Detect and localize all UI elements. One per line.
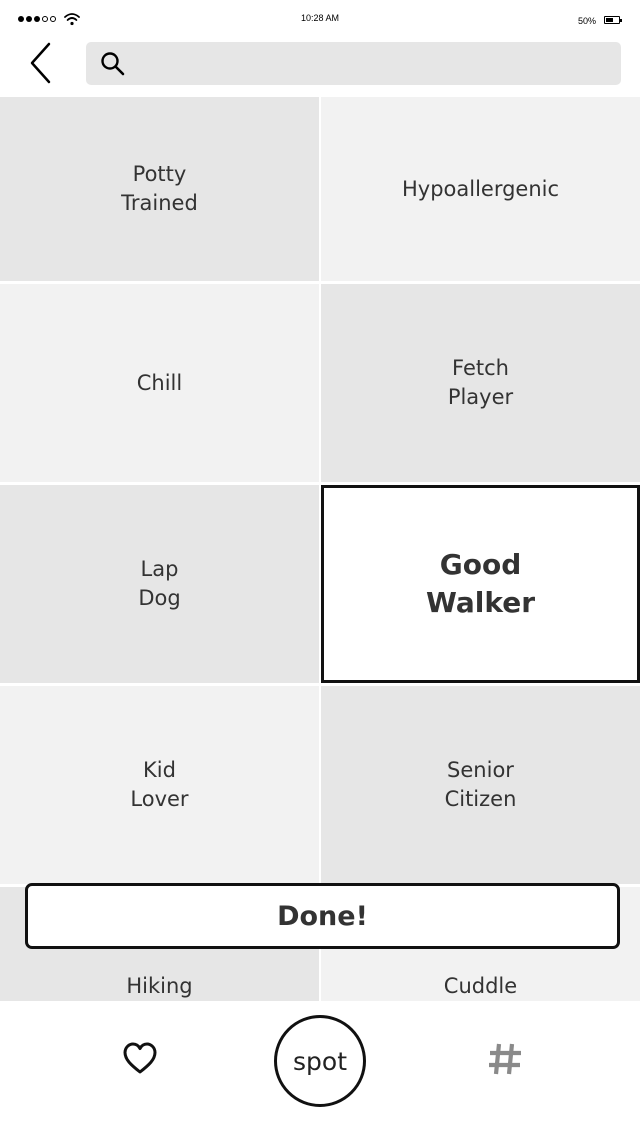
status-time: 10:28 AM (300, 13, 340, 23)
tab-bar: spot (0, 1001, 640, 1134)
trait-grid: Potty Trained Hypoallergenic Chill Fetch Pl… (0, 97, 640, 1001)
battery-icon (604, 16, 622, 24)
chevron-left-icon (30, 42, 51, 84)
spot-tab-button[interactable]: spot (274, 1015, 366, 1107)
trait-tile-kid-lover[interactable]: Kid Lover (0, 686, 319, 884)
heart-icon[interactable] (122, 1041, 158, 1075)
trait-tile-lap-dog[interactable]: Lap Dog (0, 485, 319, 683)
trait-tile-hypoallergenic[interactable]: Hypoallergenic (321, 97, 640, 281)
trait-tile-potty-trained[interactable]: Potty Trained (0, 97, 319, 281)
trait-tile-chill[interactable]: Chill (0, 284, 319, 482)
trait-tile-good-walker[interactable]: Good Walker (321, 485, 640, 683)
done-button[interactable]: Done! (25, 883, 620, 949)
trait-tile-senior-citizen[interactable]: Senior Citizen (321, 686, 640, 884)
search-bar[interactable] (86, 42, 621, 85)
back-button[interactable] (24, 40, 60, 86)
battery-percent: 50% (577, 16, 596, 26)
search-input[interactable] (136, 42, 621, 85)
trait-tile-fetch-player[interactable]: Fetch Player (321, 284, 640, 482)
search-icon (101, 51, 125, 75)
hashtag-icon[interactable] (486, 1041, 524, 1077)
status-bar: 10:28 AM 50% (0, 0, 640, 38)
